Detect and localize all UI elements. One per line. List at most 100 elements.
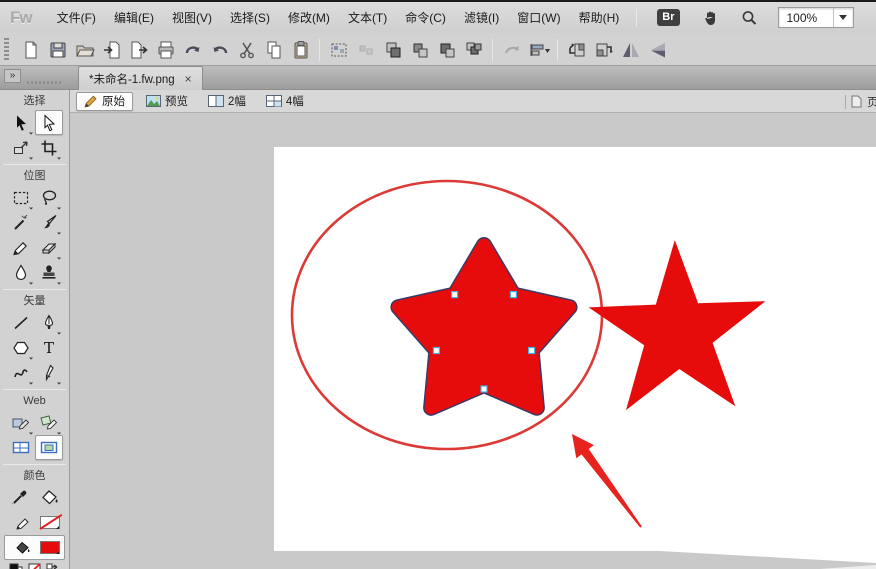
subselection-tool[interactable] — [35, 110, 63, 135]
zoom-tool-icon[interactable] — [738, 8, 760, 28]
lasso-tool[interactable] — [35, 185, 63, 210]
document-page[interactable] — [274, 147, 876, 563]
panel-collapse-button[interactable]: » — [4, 69, 21, 83]
rubber-stamp-tool[interactable] — [35, 260, 63, 285]
pointer-tool[interactable] — [7, 110, 35, 135]
shape-tool[interactable] — [7, 335, 35, 360]
free-transform-button[interactable] — [498, 38, 525, 63]
default-colors-button[interactable] — [9, 563, 23, 569]
fill-color-well[interactable] — [9, 535, 37, 560]
slice-tool[interactable] — [35, 410, 63, 435]
show-slices-button[interactable] — [35, 435, 63, 460]
blur-tool[interactable] — [7, 260, 35, 285]
fireworks-logo: Fw — [10, 8, 32, 28]
section-select-title: 选择 — [0, 94, 69, 110]
canvas-workspace[interactable] — [70, 113, 876, 569]
flip-vertical-button[interactable] — [644, 38, 671, 63]
zoom-dropdown-button[interactable] — [833, 8, 853, 27]
send-backward-button[interactable] — [460, 38, 487, 63]
menu-help[interactable]: 帮助(H) — [570, 4, 629, 31]
tab-preview-label: 预览 — [165, 93, 188, 109]
line-tool[interactable] — [7, 310, 35, 335]
stroke-color-well[interactable] — [9, 510, 37, 535]
menu-window[interactable]: 窗口(W) — [508, 4, 569, 31]
menu-text[interactable]: 文本(T) — [339, 4, 396, 31]
main-toolbar — [0, 35, 876, 66]
zoom-level-control[interactable]: 100% — [778, 7, 854, 28]
tab-original[interactable]: 原始 — [76, 92, 133, 111]
flip-horizontal-button[interactable] — [617, 38, 644, 63]
text-tool[interactable]: T — [35, 335, 63, 360]
menu-edit[interactable]: 编辑(E) — [105, 4, 163, 31]
hide-slices-button[interactable] — [7, 435, 35, 460]
rotate-cw-button[interactable] — [590, 38, 617, 63]
menu-filters[interactable]: 滤镜(I) — [455, 4, 508, 31]
rectangle-hotspot-tool[interactable] — [7, 410, 35, 435]
menu-bar: Fw 文件(F) 编辑(E) 视图(V) 选择(S) 修改(M) 文本(T) 命… — [0, 0, 876, 33]
freeform-tool[interactable] — [7, 360, 35, 385]
tab-original-label: 原始 — [102, 93, 125, 109]
knife-tool[interactable] — [35, 360, 63, 385]
paste-button[interactable] — [287, 38, 314, 63]
hand-tool-icon[interactable] — [700, 8, 722, 28]
swap-colors-button[interactable] — [46, 563, 61, 569]
tool-panel-grip[interactable] — [27, 81, 63, 84]
save-button[interactable] — [44, 38, 71, 63]
toolbar-separator — [557, 39, 558, 61]
align-button[interactable] — [525, 38, 552, 63]
panel-divider — [3, 164, 66, 165]
crop-tool[interactable] — [35, 135, 63, 160]
pencil-icon — [84, 95, 98, 108]
tab-2up-label: 2幅 — [228, 93, 246, 109]
pages-panel-label: 页面 — [867, 94, 876, 110]
import-button[interactable] — [98, 38, 125, 63]
document-tab-title: *未命名-1.fw.png — [89, 71, 175, 87]
cut-button[interactable] — [233, 38, 260, 63]
pages-panel-header[interactable]: 页面 — [845, 90, 876, 113]
ungroup-button[interactable] — [406, 38, 433, 63]
menu-view[interactable]: 视图(V) — [163, 4, 221, 31]
redo-button[interactable] — [206, 38, 233, 63]
eraser-tool[interactable] — [35, 235, 63, 260]
tab-2up[interactable]: 2幅 — [201, 92, 253, 111]
pencil-tool[interactable] — [7, 235, 35, 260]
stroke-color-swatch[interactable] — [40, 516, 60, 529]
menu-modify[interactable]: 修改(M) — [279, 4, 339, 31]
preview-image-icon — [146, 95, 161, 107]
scale-tool[interactable] — [7, 135, 35, 160]
undo-button[interactable] — [179, 38, 206, 63]
print-button[interactable] — [152, 38, 179, 63]
menu-select[interactable]: 选择(S) — [221, 4, 279, 31]
panel-divider — [3, 289, 66, 290]
menu-file[interactable]: 文件(F) — [48, 4, 105, 31]
bring-forward-button[interactable] — [433, 38, 460, 63]
new-document-button[interactable] — [17, 38, 44, 63]
tab-preview[interactable]: 预览 — [139, 92, 195, 111]
document-tab[interactable]: *未命名-1.fw.png × — [78, 66, 203, 90]
page-corner-sliver — [820, 565, 876, 569]
rotate-ccw-button[interactable] — [563, 38, 590, 63]
section-web-title: Web — [0, 394, 69, 410]
page-icon — [851, 95, 862, 108]
toolbar-grip[interactable] — [4, 38, 9, 62]
magic-wand-tool[interactable] — [7, 210, 35, 235]
export-button[interactable] — [125, 38, 152, 63]
eyedropper-tool[interactable] — [5, 485, 33, 510]
marquee-tool[interactable] — [7, 185, 35, 210]
fill-color-swatch[interactable] — [40, 541, 60, 554]
menu-commands[interactable]: 命令(C) — [396, 4, 455, 31]
tab-4up[interactable]: 4幅 — [259, 92, 311, 111]
bridge-button[interactable]: Br — [657, 9, 679, 26]
paint-bucket-tool[interactable] — [36, 485, 64, 510]
pen-tool[interactable] — [35, 310, 63, 335]
copy-button[interactable] — [260, 38, 287, 63]
show-hotspots-button[interactable] — [325, 38, 352, 63]
toolbar-separator — [492, 39, 493, 61]
brush-tool[interactable] — [35, 210, 63, 235]
open-button[interactable] — [71, 38, 98, 63]
group-button[interactable] — [379, 38, 406, 63]
fireworks-window: Fw 文件(F) 编辑(E) 视图(V) 选择(S) 修改(M) 文本(T) 命… — [0, 0, 876, 569]
no-color-button[interactable] — [28, 563, 41, 569]
show-slices-overlay-button[interactable] — [352, 38, 379, 63]
tab-close-button[interactable]: × — [183, 73, 194, 85]
